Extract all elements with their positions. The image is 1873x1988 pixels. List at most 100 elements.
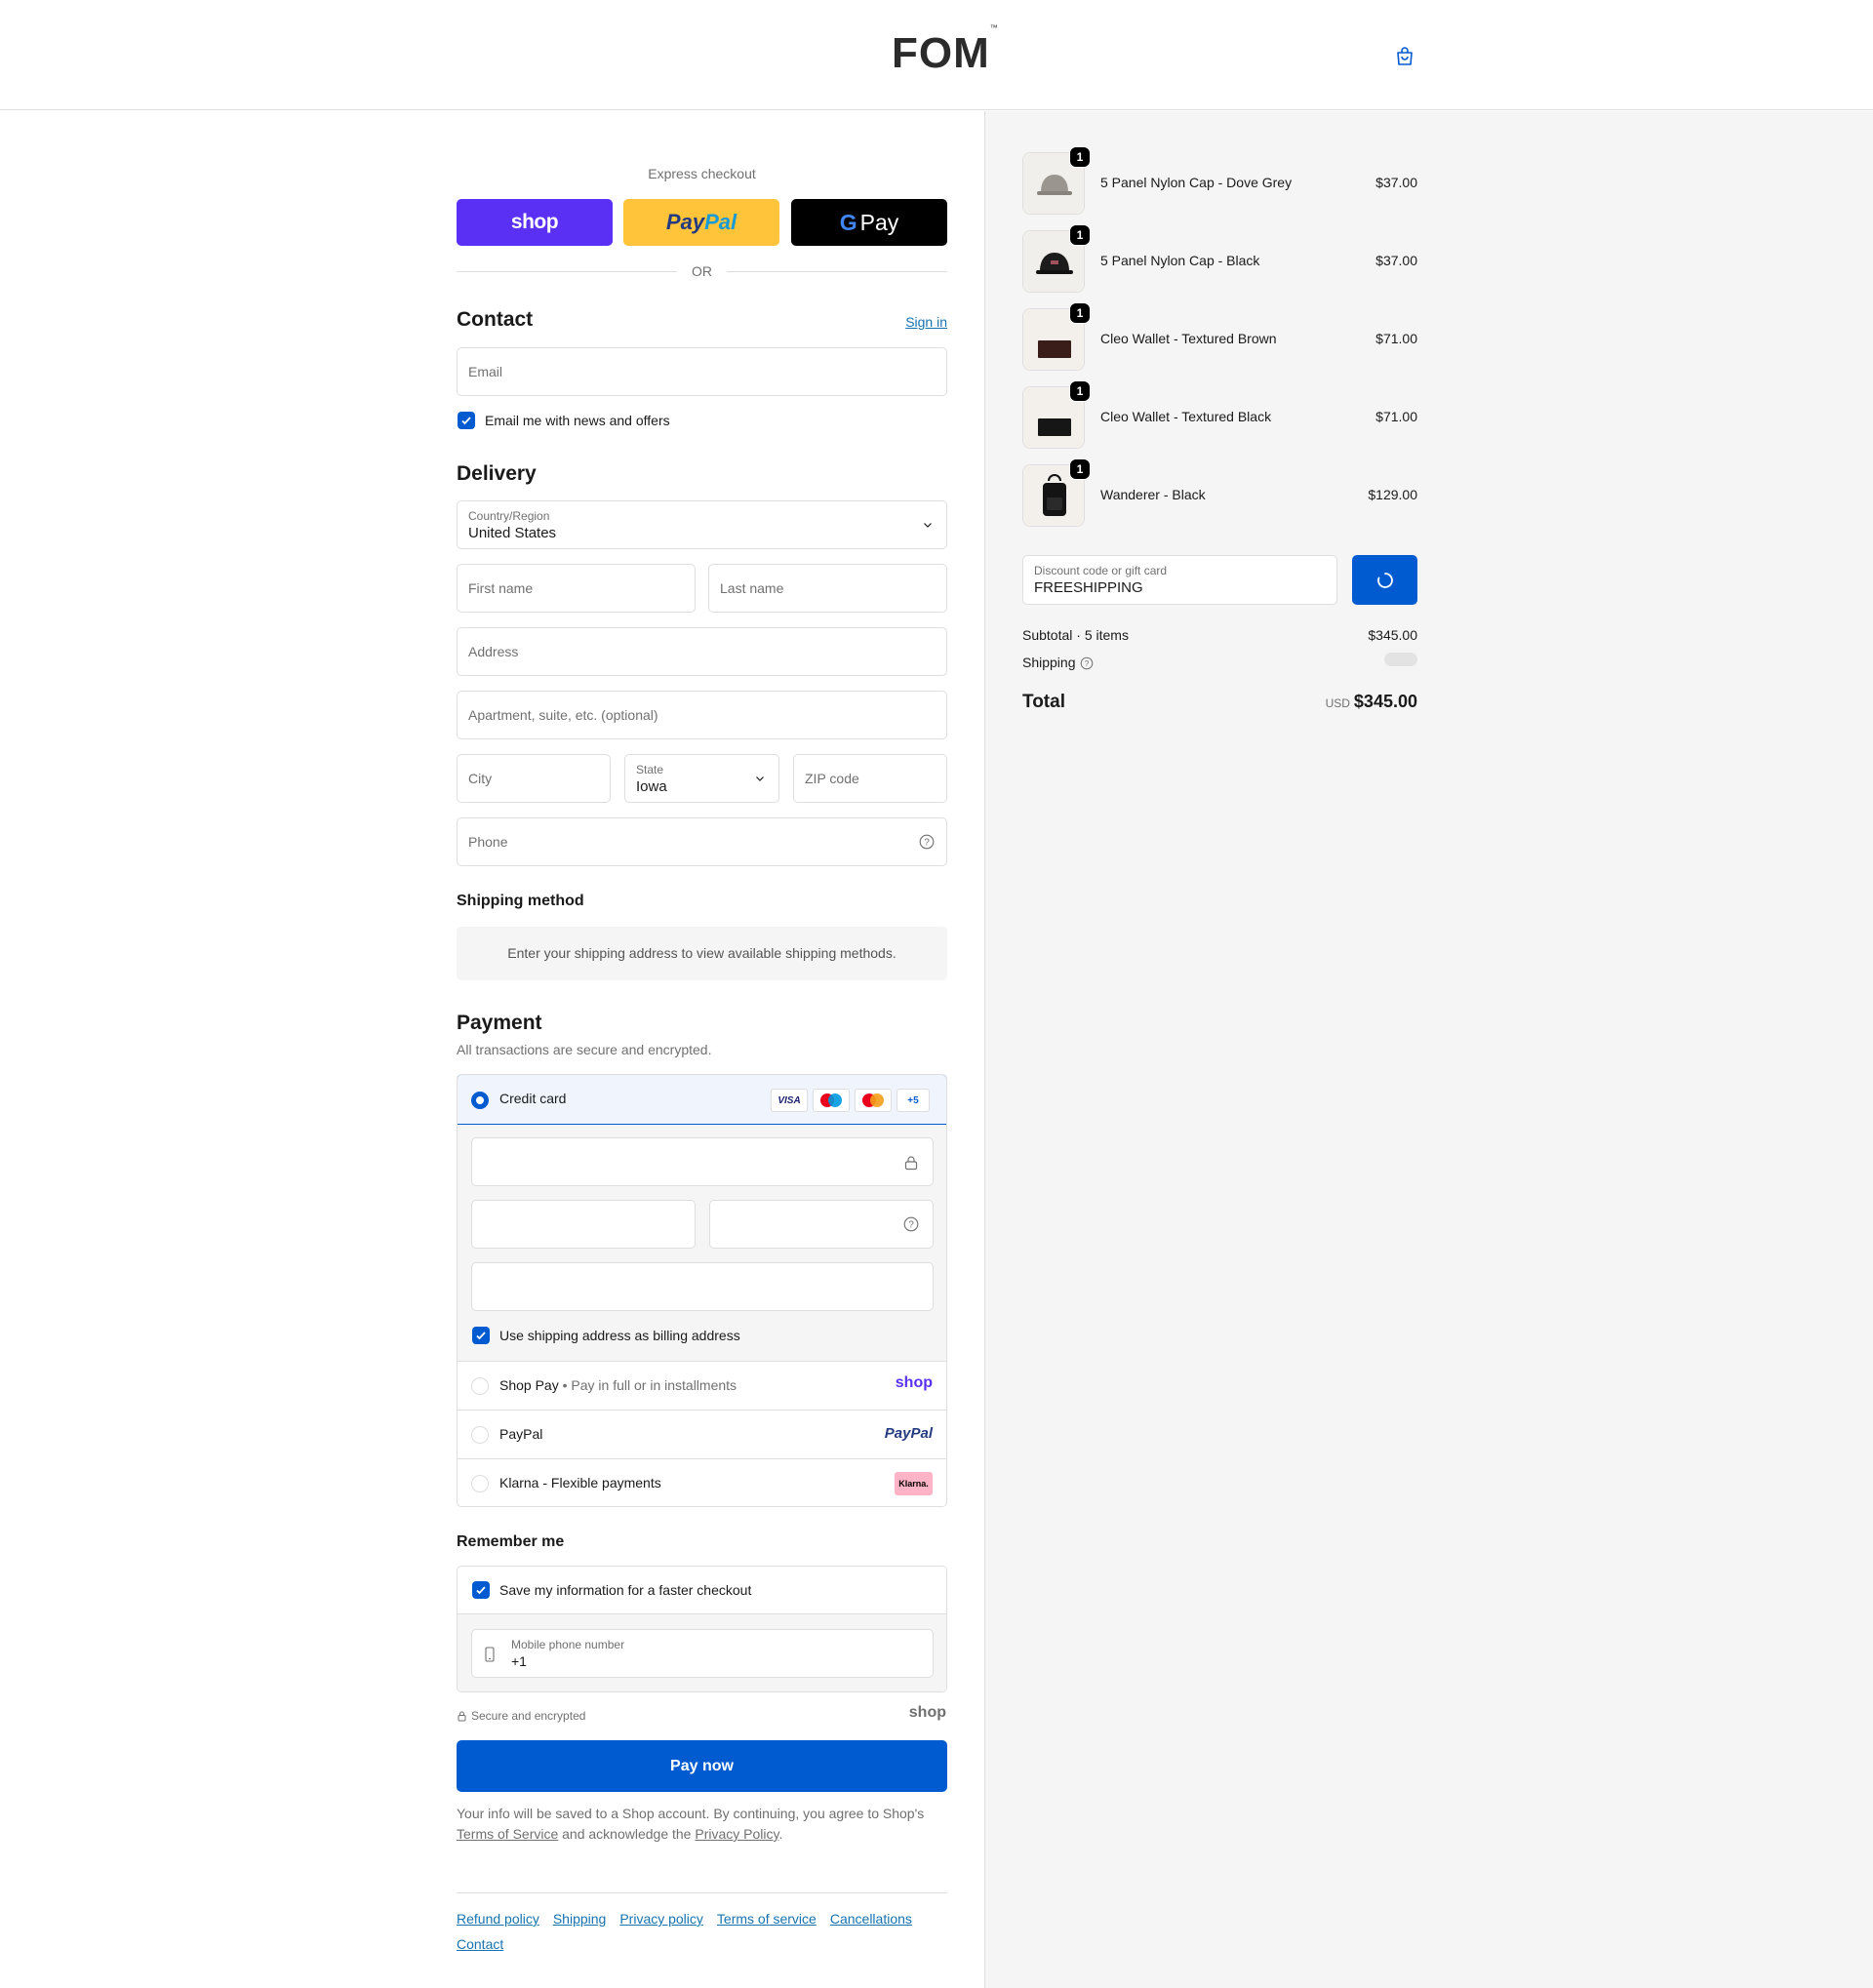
checkmark-icon [476, 1332, 486, 1340]
checkmark-icon [476, 1586, 486, 1595]
state-value: Iowa [636, 778, 667, 795]
mobile-phone-field[interactable]: Mobile phone number +1 [471, 1629, 934, 1678]
save-info-label: Save my information for a faster checkou… [499, 1582, 752, 1598]
privacy-policy-link[interactable]: Privacy Policy [695, 1826, 778, 1842]
product-price: $71.00 [1375, 409, 1417, 424]
discount-code-input[interactable]: Discount code or gift card FREESHIPPING [1022, 555, 1337, 605]
paypal-option[interactable]: PayPal PayPal [458, 1410, 946, 1458]
state-select[interactable]: State Iowa [624, 754, 779, 803]
klarna-logo-text: Klarna. [898, 1479, 929, 1489]
country-select[interactable]: Country/Region United States [457, 500, 947, 549]
first-name-placeholder: First name [468, 580, 534, 596]
order-summary: 1 5 Panel Nylon Cap - Dove Grey $37.00 1 5 P… [984, 111, 1873, 1988]
product-name: Wanderer - Black [1100, 487, 1206, 502]
state-label: State [636, 763, 664, 776]
product-price: $37.00 [1375, 175, 1417, 190]
sign-in-link[interactable]: Sign in [905, 314, 947, 330]
billing-checkbox-label: Use shipping address as billing address [499, 1328, 740, 1343]
product-name: 5 Panel Nylon Cap - Black [1100, 253, 1260, 268]
contact-link[interactable]: Contact [457, 1936, 503, 1952]
help-icon[interactable]: ? [1080, 656, 1094, 670]
help-icon[interactable]: ? [903, 1216, 919, 1232]
product-name: Cleo Wallet - Textured Brown [1100, 331, 1277, 346]
save-info-checkbox[interactable] [472, 1581, 490, 1599]
order-line-item: 1 Wanderer - Black $129.00 [1022, 458, 1417, 527]
subtotal-value: $345.00 [1368, 627, 1417, 643]
city-field[interactable]: City [457, 754, 611, 803]
billing-checkbox[interactable] [472, 1327, 490, 1344]
phone-placeholder: Phone [468, 834, 508, 850]
credit-card-option[interactable]: Credit card VISA +5 [458, 1075, 946, 1125]
apartment-placeholder: Apartment, suite, etc. (optional) [468, 707, 658, 723]
shipping-loading-placeholder [1384, 653, 1417, 666]
discount-value: FREESHIPPING [1034, 579, 1143, 596]
shipping-policy-link[interactable]: Shipping [553, 1911, 607, 1927]
paypal-express-button[interactable]: Pay Pal [623, 199, 779, 246]
phone-field[interactable]: Phone ? [457, 817, 947, 866]
news-checkbox[interactable] [458, 412, 475, 429]
order-line-item: 1 Cleo Wallet - Textured Black $71.00 [1022, 380, 1417, 449]
last-name-placeholder: Last name [720, 580, 784, 596]
svg-text:?: ? [924, 838, 930, 849]
mobile-phone-icon [485, 1647, 495, 1662]
shop-pay-express-button[interactable]: shop [457, 199, 613, 246]
order-line-item: 1 Cleo Wallet - Textured Brown $71.00 [1022, 302, 1417, 371]
maestro-icon [813, 1089, 850, 1112]
klarna-option[interactable]: Klarna - Flexible payments Klarna. [458, 1458, 946, 1506]
shopping-bag-icon[interactable] [1393, 45, 1416, 68]
credit-card-radio[interactable] [471, 1092, 489, 1109]
total-row: Total USD $345.00 [1022, 692, 1417, 717]
contact-heading: Contact [457, 308, 534, 331]
brand-logo-text: FOM [892, 29, 990, 77]
terms-of-service-footer-link[interactable]: Terms of service [717, 1911, 817, 1927]
pay-now-button[interactable]: Pay now [457, 1740, 947, 1792]
lock-icon [458, 1711, 466, 1722]
payment-heading: Payment [457, 1012, 542, 1034]
google-pay-express-button[interactable]: G Pay [791, 199, 947, 246]
currency-code: USD [1325, 696, 1350, 710]
apply-discount-button[interactable] [1352, 555, 1417, 605]
credit-card-form: ? Use shipping address as billing addres… [458, 1125, 946, 1361]
paypal-radio[interactable] [471, 1426, 489, 1444]
expiry-field[interactable] [471, 1200, 696, 1249]
shop-logo: shop [908, 1704, 946, 1721]
klarna-radio[interactable] [471, 1475, 489, 1492]
city-placeholder: City [468, 771, 493, 786]
checkmark-icon [461, 417, 471, 425]
last-name-field[interactable]: Last name [708, 564, 947, 613]
zip-field[interactable]: ZIP code [793, 754, 947, 803]
first-name-field[interactable]: First name [457, 564, 696, 613]
shop-pay-sublabel: Pay in full or in installments [571, 1377, 737, 1393]
quantity-badge: 1 [1069, 224, 1091, 246]
shipping-method-notice: Enter your shipping address to view avai… [457, 927, 947, 980]
card-number-field[interactable] [471, 1137, 934, 1186]
email-field[interactable]: Email [457, 347, 947, 396]
country-label: Country/Region [468, 509, 550, 523]
brand-logo[interactable]: FOM™ [892, 23, 999, 78]
legal-text-c: . [778, 1826, 783, 1842]
footer-links: Refund policy Shipping Privacy policy Terms… [457, 1906, 947, 1957]
paypal-label: PayPal [499, 1426, 543, 1442]
refund-policy-link[interactable]: Refund policy [457, 1911, 539, 1927]
cancellations-link[interactable]: Cancellations [830, 1911, 912, 1927]
remember-me-heading: Remember me [457, 1533, 565, 1550]
google-g-icon: G [839, 209, 857, 235]
shipping-method-heading: Shipping method [457, 893, 584, 909]
remember-me-form: Mobile phone number +1 [458, 1614, 946, 1691]
security-code-field[interactable]: ? [709, 1200, 934, 1249]
shop-pay-radio[interactable] [471, 1377, 489, 1395]
visa-text: VISA [777, 1094, 801, 1106]
privacy-policy-footer-link[interactable]: Privacy policy [619, 1911, 703, 1927]
terms-of-service-link[interactable]: Terms of Service [457, 1826, 558, 1842]
remember-me-box: Save my information for a faster checkou… [457, 1566, 947, 1692]
payment-methods: Credit card VISA +5 ? Use shipping addre… [457, 1074, 947, 1507]
apartment-field[interactable]: Apartment, suite, etc. (optional) [457, 691, 947, 739]
legal-text-b: and acknowledge the [562, 1826, 692, 1842]
help-icon[interactable]: ? [919, 834, 935, 850]
chevron-down-icon [924, 523, 932, 528]
secure-encrypted-label: Secure and encrypted [471, 1709, 586, 1723]
lock-icon [904, 1156, 918, 1171]
shop-pay-option[interactable]: Shop Pay • Pay in full or in installment… [458, 1361, 946, 1410]
address-field[interactable]: Address [457, 627, 947, 676]
name-on-card-field[interactable] [471, 1262, 934, 1311]
